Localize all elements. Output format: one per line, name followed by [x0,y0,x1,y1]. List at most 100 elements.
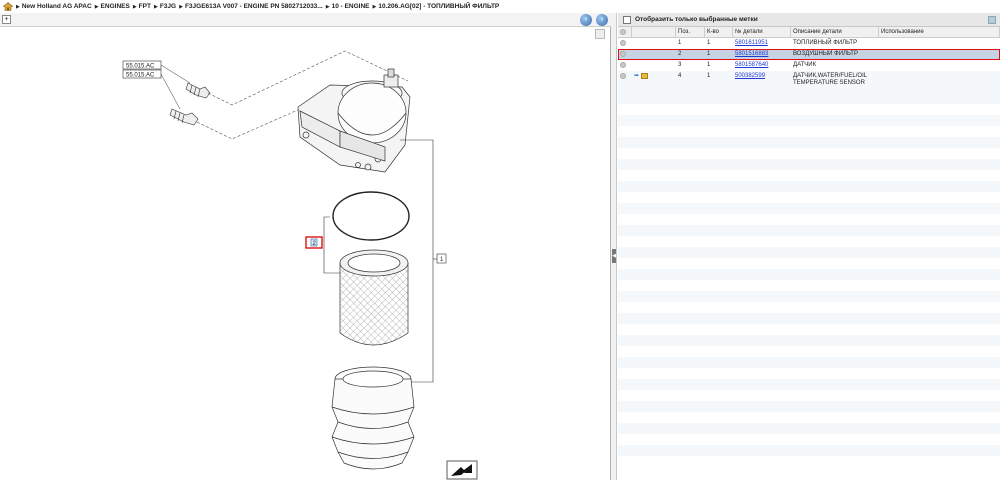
table-row[interactable]: ➥ 4 1 500382599 ДАТЧИК,WATER/FUEL/OIL TE… [618,71,1000,93]
empty-table-row [618,280,1000,291]
empty-table-row [618,401,1000,412]
empty-table-row [618,269,1000,280]
breadcrumb-label: 10.206.AG[02] - ТОПЛИВНЫЙ ФИЛЬТР [378,3,500,10]
empty-table-row [618,225,1000,236]
next-page-arrow-icon[interactable] [446,460,478,480]
o-ring-part[interactable] [332,191,410,241]
part-number-link[interactable]: 5801516883 [735,51,768,57]
parts-table-body: 1 1 5801611951 ТОПЛИВНЫЙ ФИЛЬТР 2 1 5801… [618,38,1000,456]
column-usage[interactable]: Использование [879,27,1000,37]
show-selected-label: Отобразить только выбранные метки [635,16,758,23]
column-part-number[interactable]: № детали [733,27,791,37]
filter-icon[interactable] [988,16,996,24]
filter-bowl-part[interactable] [331,366,415,470]
sensor-part[interactable] [185,82,211,99]
breadcrumb-item[interactable]: ▶ 10 - ENGINE [326,3,370,10]
part-number-link[interactable]: 5801587640 [735,62,768,68]
empty-table-row [618,203,1000,214]
show-selected-checkbox[interactable] [623,15,631,24]
cell-description: ДАТЧИК,WATER/FUEL/OIL TEMPERATURE SENSOR [791,71,879,87]
callout-55015ac-a[interactable]: 55.015.AC [122,60,162,70]
breadcrumb-item[interactable]: ▶ FPT [133,3,151,10]
column-description[interactable]: Описание детали [791,27,879,37]
column-actions[interactable] [632,27,676,37]
item-label-1[interactable]: 1 [436,253,447,264]
forward-arrow-icon[interactable]: › [596,14,608,26]
parts-list-pane: Отобразить только выбранные метки Поз. К… [618,13,1000,480]
cell-qty: 1 [707,62,711,68]
pane-splitter[interactable]: ◀ [611,13,617,480]
table-row[interactable]: 3 1 5801587640 ДАТЧИК [618,60,1000,71]
part-number-link[interactable]: 5801611951 [735,40,768,46]
cell-description: ДАТЧИК [793,62,817,68]
breadcrumb-item[interactable]: ▶ New Holland AG APAC [16,3,92,10]
empty-table-row [618,247,1000,258]
cell-qty: 1 [707,40,711,46]
filter-head-part[interactable] [297,68,411,173]
cell-pos: 1 [678,40,682,46]
replacement-arrow-icon[interactable]: ➥ [634,73,639,80]
empty-table-row [618,357,1000,368]
filter-element-part[interactable] [339,249,409,346]
row-status-icon [620,51,626,57]
drawing-pane: + ‹ › 55.015.AC 55.015.AC 1 2 [0,13,611,480]
cell-qty: 1 [707,73,711,79]
empty-table-row [618,423,1000,434]
empty-table-row [618,93,1000,104]
breadcrumb-item[interactable]: ▶ F3JGE613A V007 - ENGINE PN 5802712033..… [179,3,323,10]
collapse-arrow-icon[interactable]: ◀ [612,249,616,263]
table-row[interactable]: 1 1 5801611951 ТОПЛИВНЫЙ ФИЛЬТР [618,38,1000,49]
drawing-toolbar: + ‹ › [0,13,611,27]
row-status-icon [620,40,626,46]
back-arrow-icon[interactable]: ‹ [580,14,592,26]
empty-table-row [618,214,1000,225]
empty-table-row [618,258,1000,269]
breadcrumb-item-current: ▶ 10.206.AG[02] - ТОПЛИВНЫЙ ФИЛЬТР [372,3,500,10]
breadcrumb-item[interactable]: ▶ F3JG [154,3,176,10]
empty-table-row [618,137,1000,148]
parts-table-header: Поз. К-во № детали Описание детали Испол… [618,27,1000,38]
empty-table-row [618,445,1000,456]
cell-pos: 4 [678,73,682,79]
empty-table-row [618,236,1000,247]
empty-table-row [618,126,1000,137]
item-label-2[interactable]: 2 [305,236,323,249]
cell-pos: 2 [678,51,682,57]
breadcrumb-item[interactable]: ▶ ENGINES [95,3,130,10]
empty-table-row [618,324,1000,335]
table-row-selected[interactable]: 2 1 5801516883 ВОЗДУШНЫЙ ФИЛЬТР [618,49,1000,60]
breadcrumb-label: F3JG [159,3,177,10]
callout-55015ac-b[interactable]: 55.015.AC [122,69,162,79]
cell-description: ВОЗДУШНЫЙ ФИЛЬТР [793,51,858,57]
empty-table-row [618,148,1000,159]
empty-table-row [618,291,1000,302]
empty-table-row [618,192,1000,203]
empty-table-row [618,159,1000,170]
package-icon[interactable] [641,73,649,79]
expand-icon[interactable]: + [2,15,11,24]
temperature-sensor-part[interactable] [169,108,199,126]
column-pos[interactable]: Поз. [676,27,705,37]
empty-table-row [618,368,1000,379]
cell-description-line2: TEMPERATURE SENSOR [793,80,865,86]
row-status-icon [620,62,626,68]
cell-usage [879,38,1000,40]
column-qty[interactable]: К-во [705,27,733,37]
row-status-icon [620,73,626,79]
part-number-link[interactable]: 500382599 [735,73,765,79]
empty-table-row [618,412,1000,423]
breadcrumb: ▶ New Holland AG APAC ▶ ENGINES ▶ FPT ▶ F3JG… [0,0,1000,13]
empty-table-row [618,335,1000,346]
cell-description: ТОПЛИВНЫЙ ФИЛЬТР [793,40,858,46]
breadcrumb-label: New Holland AG APAC [21,3,92,10]
empty-table-row [618,346,1000,357]
column-status[interactable] [618,27,632,37]
breadcrumb-label: F3JGE613A V007 - ENGINE PN 5802712033... [184,3,323,10]
cell-usage [879,60,1000,62]
home-icon[interactable] [3,2,13,11]
cell-qty: 1 [707,51,711,57]
empty-table-row [618,434,1000,445]
svg-text:55.015.AC: 55.015.AC [126,73,155,79]
breadcrumb-label: FPT [138,3,151,10]
exploded-parts-diagram: 55.015.AC 55.015.AC 1 2 [122,50,478,480]
